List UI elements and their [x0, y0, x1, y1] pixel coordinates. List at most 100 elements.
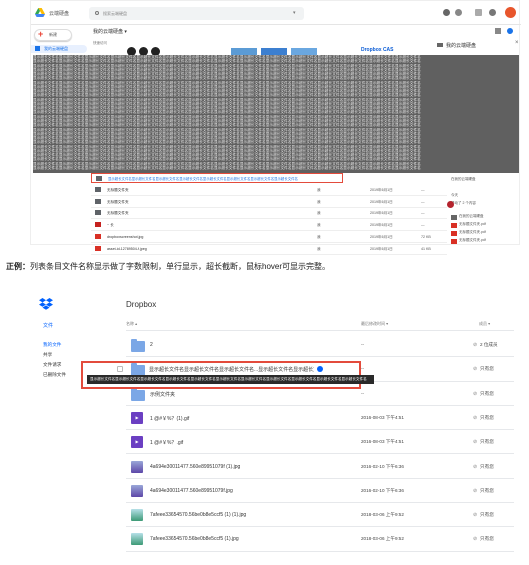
file-modified: 2019年6月1日 — [370, 234, 393, 239]
file-members: 只有您 — [480, 487, 494, 493]
drive-top-bar: 云端硬盘 搜索云端硬盘 ▾ — [31, 1, 521, 25]
file-row[interactable]: asset-id-12789504-f.jpeg 我 2019年6月1日 41 KB — [91, 243, 447, 255]
avatar[interactable] — [505, 7, 516, 18]
dropbox-screenshot: 文件 我的文件 共享 文件请求 已删除文件 Dropbox 名称 ▴ 最后修改时… — [29, 290, 518, 562]
breadcrumb[interactable]: 我的云端硬盘 ▾ — [93, 28, 127, 35]
close-icon[interactable]: × — [515, 40, 519, 46]
file-name: 无标题文件夹 — [107, 211, 129, 216]
file-row[interactable]: dropboxscreenshot.jpg 我 2019年6月1日 72 KB — [91, 231, 447, 243]
activity-item: 在我的云端硬盘 — [459, 214, 484, 218]
settings-icon[interactable] — [455, 9, 462, 16]
file-modified: 2019年6月1日 — [370, 211, 393, 216]
file-size: — — [421, 211, 425, 216]
notifications-icon[interactable] — [489, 9, 496, 16]
file-owner: 我 — [317, 246, 321, 251]
folder-icon — [95, 187, 101, 192]
selected-file-name: 显示超长文件名显示超长文件名显示超长文件名显示超长文件名显示超长文件名显示超长文… — [108, 177, 298, 181]
pdf-icon — [451, 222, 457, 228]
file-row[interactable]: 无标题文件夹 我 2019年6月1日 — — [91, 207, 447, 220]
list-view-icon[interactable] — [495, 28, 501, 34]
file-row[interactable]: 无标题文件夹 我 2019年6月1日 — — [91, 196, 447, 208]
info-icon[interactable] — [507, 28, 513, 34]
table-row[interactable]: 7afeee33654570.56be0b8e5ccf5 (1).jpg 2018… — [29, 527, 518, 552]
file-name: dropboxscreenshot.jpg — [107, 234, 144, 239]
folder-icon — [131, 387, 145, 401]
nav-title-files[interactable]: 文件 — [43, 322, 53, 329]
help-icon[interactable] — [443, 9, 450, 16]
image-icon — [95, 233, 101, 239]
file-owner: 我 — [317, 211, 321, 216]
filename-tooltip: 显示超长文件名显示超长文件名显示超长文件名显示超长文件名显示超长文件名显示超长文… — [87, 375, 374, 384]
file-modified: 2019年6月1日 — [370, 223, 393, 228]
table-row[interactable]: 7afeee33654570.56be0b8e5ccf5 (1) (1).jpg… — [29, 503, 518, 528]
apps-grid-icon[interactable] — [475, 9, 482, 16]
table-row[interactable]: 2 -- ⊘ 2 位成员 — [29, 333, 518, 358]
table-row[interactable]: ▶ 1 @#￥%？.gif 2016-08-03 下午4:51 ⊘ 只有您 — [29, 430, 518, 455]
image-icon — [95, 245, 101, 251]
file-name: 无标题文件夹 — [107, 188, 129, 192]
plus-icon: + — [38, 29, 44, 39]
image-file-icon — [131, 533, 143, 546]
folder-icon — [451, 214, 457, 220]
file-members: 只有您 — [480, 366, 494, 372]
file-modified: 2019年6月1日 — [370, 246, 393, 251]
caption-text: 列表条目文件名称显示做了字数限制，单行显示，超长截断，鼠标hover可显示完整。 — [30, 262, 331, 271]
new-button-label: 新建 — [49, 32, 57, 37]
file-members: 只有您 — [480, 414, 494, 420]
file-size: 41 KB — [421, 246, 431, 251]
column-header-modified[interactable]: 最后修改时间 ▾ — [361, 321, 388, 327]
folder-icon — [95, 210, 101, 216]
file-owner: 我 — [317, 223, 321, 228]
activity-item: 无标题文件夹.pdf — [459, 238, 486, 242]
link-icon[interactable]: ⊘ — [473, 415, 477, 421]
gif-file-icon: ▶ — [131, 436, 143, 449]
file-name: 7afeee33654570.56be0b8e5ccf5 (1).jpg — [150, 536, 239, 543]
column-header-members[interactable]: 成员 ▾ — [479, 321, 490, 327]
dropbox-badge: Dropbox CAS — [361, 47, 394, 53]
link-icon[interactable]: ⊘ — [473, 391, 477, 397]
file-row[interactable]: 无标题文件夹 我 2019年6月1日 — — [91, 184, 447, 196]
search-options-icon[interactable]: ▾ — [293, 10, 296, 16]
link-icon[interactable]: ⊘ — [473, 464, 477, 470]
selected-file-row[interactable]: 显示超长文件名显示超长文件名显示超长文件名显示超长文件名显示超长文件名显示超长文… — [91, 173, 343, 183]
column-header-name[interactable]: 名称 ▴ — [126, 321, 137, 327]
link-icon[interactable]: ⊘ — [473, 439, 477, 445]
file-name: asset-id-12789504-f.jpeg — [107, 246, 147, 251]
file-size: 72 KB — [421, 234, 431, 239]
folder-icon — [95, 198, 101, 204]
link-icon[interactable]: ⊘ — [473, 512, 477, 518]
link-icon[interactable]: ⊘ — [473, 536, 477, 542]
file-name: 示例文件夹 — [150, 391, 176, 398]
file-modified: 2016-08-03 下午4:51 — [361, 414, 404, 420]
file-modified: 2018-03-06 上午9:52 — [361, 512, 404, 518]
drive-search-placeholder: 搜索云端硬盘 — [103, 11, 127, 16]
file-size: — — [421, 223, 425, 228]
file-name: 1 @#￥%？.gif — [150, 440, 184, 447]
folder-icon — [437, 43, 443, 47]
file-name: 无标题文件夹 — [107, 199, 129, 204]
file-row[interactable]: ~ 长 我 2019年6月1日 — — [91, 219, 447, 232]
caption-label: 正例： — [6, 262, 30, 271]
details-title: 我的云端硬盘 — [446, 43, 477, 49]
table-row[interactable]: 4a694e30011477.560e89951079f (1).jpg 2016… — [29, 455, 518, 479]
link-icon[interactable]: ⊘ — [473, 488, 477, 494]
table-row[interactable]: ▶ 1 @#￥%？(1).gif 2016-08-03 下午4:51 ⊘ 只有您 — [29, 406, 518, 431]
drive-screenshot: 云端硬盘 搜索云端硬盘 ▾ + 新建 我的云端硬盘 我的云端硬盘 ▾ 快速访问 … — [30, 0, 521, 255]
link-icon[interactable]: ⊘ — [473, 342, 477, 348]
file-name: 7afeee33654570.56be0b8e5ccf5 (1) (1).jpg — [150, 512, 247, 519]
gif-file-icon: ▶ — [131, 411, 143, 424]
file-modified: -- — [361, 390, 365, 396]
link-icon[interactable]: ⊘ — [473, 366, 477, 372]
drive-app-title: 云端硬盘 — [49, 11, 70, 17]
activity-item: 今天 — [451, 193, 458, 197]
activity-item: 无标题文件夹.pdf — [459, 230, 486, 234]
file-modified: 2019年6月1日 — [370, 199, 393, 204]
folder-icon — [96, 176, 102, 181]
caption: 正例：列表条目文件名称显示做了字数限制，单行显示，超长截断，鼠标hover可显示… — [6, 261, 330, 272]
file-owner: 我 — [317, 188, 321, 192]
activity-item: 移动了 2 个内容 — [451, 201, 476, 205]
file-name: 4a694e30011477.560e89951079f (1).jpg — [150, 463, 241, 470]
table-row[interactable]: 4a694e30011477.560e89951079f.jpg 2016-02-… — [29, 479, 518, 504]
file-modified: 2016-02-10 下午6:36 — [361, 463, 404, 469]
dropbox-logo-icon[interactable] — [39, 298, 53, 310]
